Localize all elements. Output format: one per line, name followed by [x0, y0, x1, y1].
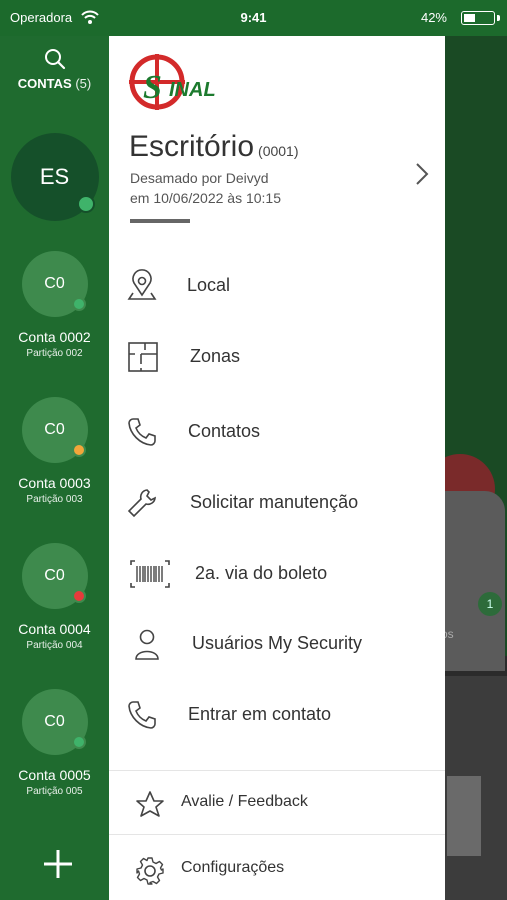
avatar: C0 [21, 397, 88, 463]
menu-item-contatos[interactable]: Contatos [109, 407, 445, 457]
status-dot [71, 589, 86, 603]
battery-icon [461, 11, 495, 25]
background-card [445, 491, 505, 671]
status-dot [71, 443, 86, 457]
account-name: Conta 0002 [18, 329, 91, 345]
map-pin-icon [125, 269, 159, 303]
account-item[interactable]: C0 Conta 0003 Partição 003 [0, 397, 109, 505]
account-item[interactable]: C0 Conta 0004 Partição 004 [0, 543, 109, 651]
avatar: C0 [21, 543, 88, 609]
footer-label: Configurações [181, 859, 285, 876]
account-partition: Partição 002 [26, 348, 83, 359]
account-item[interactable]: C0 Conta 0002 Partição 002 [0, 251, 109, 359]
status-bar: Operadora 9:41 42% [0, 0, 507, 36]
menu-label: Usuários My Security [192, 633, 363, 653]
account-partition: Partição 005 [26, 786, 83, 797]
menu-label: Zonas [190, 346, 241, 366]
footer-item-configuracoes[interactable]: Configurações [109, 844, 445, 894]
account-title: Escritório (0001) [129, 130, 299, 163]
phone-icon [125, 698, 159, 732]
chevron-right-icon[interactable] [415, 162, 429, 191]
account-item[interactable]: C0 Conta 0005 Partição 005 [0, 689, 109, 797]
count-badge: 1 [478, 592, 502, 616]
status-dot [76, 195, 95, 213]
gear-icon [135, 856, 165, 891]
account-name: Conta 0003 [18, 475, 91, 491]
avatar: ES [10, 133, 99, 221]
floorplan-icon [125, 340, 159, 374]
svg-text:INAL: INAL [169, 79, 216, 101]
add-account-button[interactable] [42, 848, 74, 885]
menu-item-zonas[interactable]: Zonas [109, 332, 445, 382]
status-text: Desamado por Deivyd [130, 170, 269, 186]
accounts-label: CONTAS [17, 76, 72, 91]
barcode-icon [129, 557, 171, 591]
star-icon [135, 790, 165, 823]
accounts-sidebar: CONTAS (5) ES C0 Conta 0002 Partição 002… [0, 36, 109, 900]
sinal-logo: S INAL [129, 54, 225, 117]
menu-item-entrar-contato[interactable]: Entrar em contato [109, 690, 445, 740]
background-label: os [445, 627, 454, 641]
menu-item-local[interactable]: Local [109, 261, 445, 311]
menu-item-manutencao[interactable]: Solicitar manutenção [109, 478, 445, 528]
divider [109, 770, 445, 771]
avatar: C0 [21, 689, 88, 755]
account-code: (0001) [258, 143, 299, 159]
battery-percent: 42% [420, 10, 447, 25]
header-underline [130, 219, 190, 223]
avatar: C0 [21, 251, 88, 317]
menu-label: Entrar em contato [188, 704, 332, 724]
account-partition: Partição 003 [26, 494, 83, 505]
menu-label: Local [187, 275, 231, 295]
wrench-icon [125, 486, 159, 520]
footer-label: Avalie / Feedback [181, 793, 308, 810]
menu-item-boleto[interactable]: 2a. via do boleto [109, 549, 445, 599]
menu-label: Contatos [188, 421, 261, 441]
svg-text:S: S [143, 69, 162, 106]
account-name: Conta 0005 [18, 767, 91, 783]
divider [109, 834, 445, 835]
dimmed-background[interactable]: 1 os [445, 36, 507, 900]
accounts-count: (5) [75, 76, 92, 91]
menu-item-usuarios[interactable]: Usuários My Security [109, 619, 445, 669]
accounts-header: CONTAS (5) [0, 76, 109, 91]
menu-label: Solicitar manutenção [190, 492, 359, 512]
footer-item-feedback[interactable]: Avalie / Feedback [109, 778, 445, 828]
status-dot [71, 735, 86, 749]
plus-icon [44, 850, 72, 878]
account-name: Conta 0004 [18, 621, 91, 637]
account-partition: Partição 004 [26, 640, 83, 651]
phone-icon [125, 415, 159, 449]
user-icon [125, 627, 159, 661]
menu-label: 2a. via do boleto [195, 563, 328, 583]
search-icon[interactable] [44, 48, 66, 75]
status-dot [71, 297, 86, 311]
navigation-drawer: S INAL Escritório (0001) Desamado por Dei… [109, 36, 445, 900]
status-date: em 10/06/2022 às 10:15 [130, 190, 282, 206]
account-current[interactable]: ES [0, 133, 109, 221]
